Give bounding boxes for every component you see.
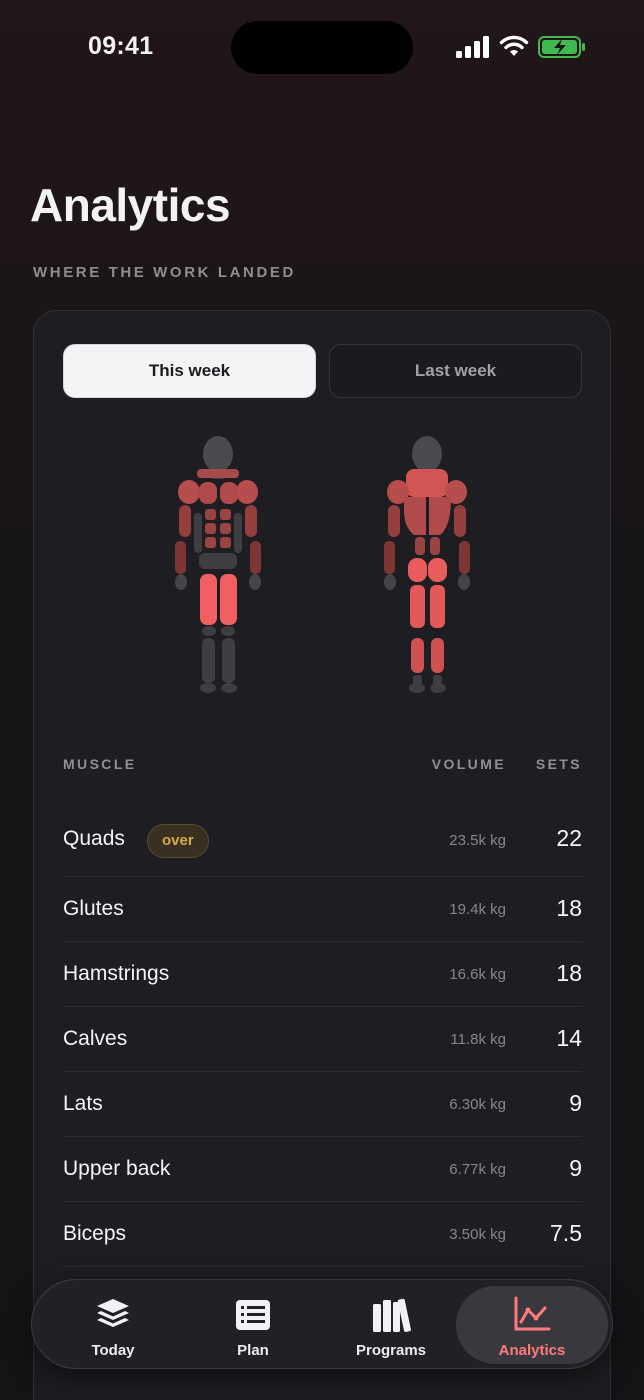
front-body-figure bbox=[175, 436, 261, 693]
muscle-volume: 23.5k kg bbox=[449, 832, 506, 849]
tab-bar: Today Plan Programs Analytics bbox=[31, 1279, 613, 1369]
list-icon bbox=[236, 1300, 270, 1330]
muscle-sets: 18 bbox=[556, 960, 582, 986]
table-header: MUSCLE VOLUME SETS bbox=[63, 756, 582, 776]
muscle-volume: 3.50k kg bbox=[449, 1226, 506, 1243]
muscle-sets: 9 bbox=[569, 1155, 582, 1181]
table-row[interactable]: Upper back 6.77k kg 9 bbox=[63, 1137, 582, 1202]
books-icon bbox=[373, 1298, 411, 1332]
muscle-name: Upper back bbox=[63, 1157, 171, 1180]
header-volume: VOLUME bbox=[431, 756, 506, 772]
muscle-name: Hamstrings bbox=[63, 962, 170, 985]
tab-plan[interactable]: Plan bbox=[178, 1286, 328, 1364]
back-body-figure bbox=[384, 436, 470, 693]
muscle-sets: 7.5 bbox=[550, 1220, 582, 1246]
tab-programs[interactable]: Programs bbox=[316, 1286, 466, 1364]
tab-label: Programs bbox=[355, 1342, 427, 1359]
table-row[interactable]: Quads over 23.5k kg 22 bbox=[63, 806, 582, 877]
table-row[interactable]: Biceps 3.50k kg 7.5 bbox=[63, 1202, 582, 1267]
last-week-toggle[interactable]: Last week bbox=[329, 344, 582, 398]
cellular-signal-icon bbox=[456, 36, 489, 58]
this-week-toggle[interactable]: This week bbox=[63, 344, 316, 398]
muscle-volume: 16.6k kg bbox=[449, 966, 506, 983]
tab-today[interactable]: Today bbox=[38, 1286, 188, 1364]
page-title: Analytics bbox=[30, 179, 231, 231]
dynamic-island bbox=[231, 21, 413, 74]
muscle-volume: 11.8k kg bbox=[450, 1031, 506, 1048]
tab-label: Today bbox=[91, 1342, 135, 1359]
muscle-volume: 6.30k kg bbox=[449, 1096, 506, 1113]
tab-analytics[interactable]: Analytics bbox=[456, 1286, 608, 1364]
tab-label: Plan bbox=[237, 1342, 269, 1359]
chart-icon bbox=[514, 1296, 551, 1331]
battery-charging-icon bbox=[538, 36, 585, 58]
muscle-table: Quads over 23.5k kg 22 Glutes 19.4k kg 1… bbox=[63, 806, 582, 1267]
muscle-sets: 22 bbox=[556, 825, 582, 851]
header-sets: SETS bbox=[535, 756, 582, 772]
table-row[interactable]: Calves 11.8k kg 14 bbox=[63, 1007, 582, 1072]
page-subtitle: WHERE THE WORK LANDED bbox=[33, 264, 296, 281]
layers-icon bbox=[97, 1299, 129, 1327]
muscle-analytics-card: This week Last week MUSCLE VOLUME SETS Q… bbox=[33, 310, 611, 1400]
table-row[interactable]: Glutes 19.4k kg 18 bbox=[63, 877, 582, 942]
muscle-sets: 18 bbox=[556, 895, 582, 921]
muscle-volume: 6.77k kg bbox=[449, 1161, 506, 1178]
tab-label: Analytics bbox=[498, 1342, 566, 1359]
table-row[interactable]: Lats 6.30k kg 9 bbox=[63, 1072, 582, 1137]
status-bar: 09:41 bbox=[0, 0, 644, 96]
muscle-name: Glutes bbox=[63, 897, 124, 920]
muscle-heat-map bbox=[175, 436, 470, 693]
muscle-name: Lats bbox=[63, 1092, 103, 1115]
over-badge: over bbox=[147, 824, 209, 858]
muscle-sets: 9 bbox=[569, 1090, 582, 1116]
table-row[interactable]: Hamstrings 16.6k kg 18 bbox=[63, 942, 582, 1007]
muscle-name: Quads bbox=[63, 827, 125, 850]
status-time: 09:41 bbox=[88, 32, 154, 60]
muscle-name: Biceps bbox=[63, 1222, 127, 1245]
muscle-sets: 14 bbox=[556, 1025, 582, 1051]
wifi-icon bbox=[499, 35, 529, 56]
muscle-name: Calves bbox=[63, 1027, 128, 1050]
header-muscle: MUSCLE bbox=[63, 756, 137, 772]
muscle-volume: 19.4k kg bbox=[449, 901, 506, 918]
